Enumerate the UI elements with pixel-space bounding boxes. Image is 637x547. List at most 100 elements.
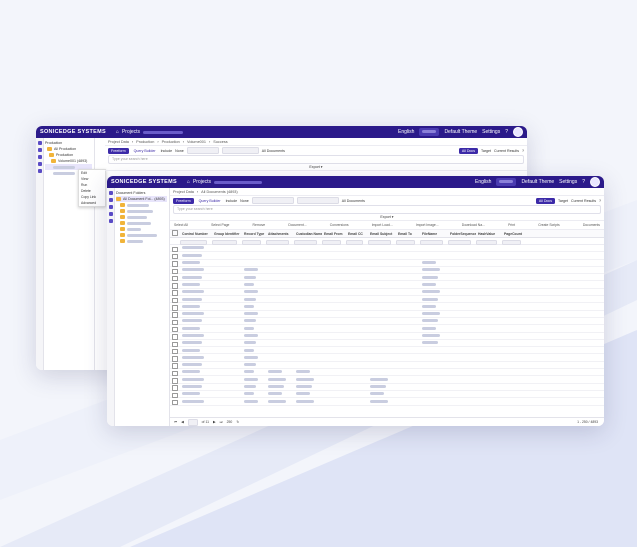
column-filter-input[interactable] bbox=[420, 239, 443, 245]
select-all-button[interactable]: Select All bbox=[174, 223, 188, 227]
tab-project-data[interactable]: Project Data bbox=[108, 140, 129, 144]
select-all-checkbox[interactable] bbox=[172, 230, 178, 236]
create-scripts-button[interactable]: Create Scripts bbox=[538, 223, 559, 227]
all-docs-button[interactable]: All Docs bbox=[458, 147, 479, 154]
row-checkbox[interactable] bbox=[172, 399, 178, 406]
table-row[interactable] bbox=[170, 252, 604, 260]
table-row[interactable] bbox=[170, 325, 604, 333]
include-select[interactable]: Include bbox=[226, 199, 238, 203]
record-count: 1 - 250 / 4893 bbox=[577, 420, 598, 424]
freeform-button[interactable]: Freeform bbox=[173, 197, 194, 204]
table-row[interactable] bbox=[170, 303, 604, 311]
document-button[interactable]: Document... bbox=[288, 223, 306, 227]
column-filter-input[interactable] bbox=[346, 239, 363, 245]
filter-row bbox=[170, 238, 604, 245]
table-row[interactable] bbox=[170, 260, 604, 267]
field-input[interactable] bbox=[296, 197, 339, 204]
query-builder-button[interactable]: Query Builder bbox=[197, 198, 223, 204]
export-bar[interactable]: Export ▾ bbox=[170, 214, 604, 221]
target-button[interactable]: Target bbox=[481, 149, 491, 153]
download-button[interactable]: Download Na... bbox=[462, 223, 485, 227]
include-select[interactable]: Include bbox=[161, 149, 173, 153]
table-row[interactable] bbox=[170, 333, 604, 340]
column-filter-input[interactable] bbox=[448, 239, 471, 245]
table-row[interactable] bbox=[170, 340, 604, 348]
import-load-button[interactable]: Import Load... bbox=[372, 223, 393, 227]
field-input[interactable] bbox=[251, 197, 294, 204]
help-icon[interactable]: ? bbox=[505, 129, 508, 135]
print-button[interactable]: Print bbox=[508, 223, 515, 227]
page-size-select[interactable]: 250 bbox=[227, 420, 233, 424]
table-row[interactable] bbox=[170, 281, 604, 289]
home-icon[interactable]: ⌂ bbox=[187, 179, 190, 185]
menu-item-advanced[interactable]: Advanced bbox=[79, 200, 105, 206]
column-filter-input[interactable] bbox=[368, 239, 391, 245]
target-button[interactable]: Target bbox=[558, 199, 568, 203]
refresh-icon[interactable]: ↻ bbox=[236, 420, 239, 424]
table-row[interactable] bbox=[170, 398, 604, 406]
last-page-icon[interactable]: ⏭ bbox=[220, 420, 223, 424]
help-icon[interactable]: ? bbox=[599, 199, 601, 203]
column-filter-input[interactable] bbox=[476, 239, 497, 245]
column-filter-input[interactable] bbox=[242, 239, 261, 245]
freeform-button[interactable]: Freeform bbox=[108, 147, 129, 154]
theme-select[interactable]: Default Theme bbox=[444, 129, 477, 135]
table-row[interactable] bbox=[170, 362, 604, 370]
settings-button[interactable]: Settings bbox=[559, 179, 577, 185]
all-docs-button[interactable]: All Docs bbox=[535, 197, 556, 204]
settings-button[interactable]: Settings bbox=[482, 129, 500, 135]
current-results-button[interactable]: Current Results bbox=[571, 199, 596, 203]
main-panel: Project Data › All Documents (4893) Freef… bbox=[170, 188, 604, 426]
prev-page-icon[interactable]: ◀ bbox=[181, 420, 184, 424]
remove-button[interactable]: Remove bbox=[253, 223, 266, 227]
tree-item[interactable] bbox=[116, 238, 167, 244]
table-row[interactable] bbox=[170, 289, 604, 297]
search-input[interactable]: Type your search here bbox=[173, 205, 601, 214]
help-icon[interactable]: ? bbox=[582, 179, 585, 185]
tab[interactable]: Production bbox=[162, 140, 180, 144]
search-input[interactable]: Type your search here bbox=[108, 155, 524, 164]
table-row[interactable] bbox=[170, 347, 604, 355]
language-select[interactable]: English bbox=[398, 129, 414, 135]
conversions-button[interactable]: Conversions bbox=[330, 223, 349, 227]
theme-select[interactable]: Default Theme bbox=[521, 179, 554, 185]
first-page-icon[interactable]: ⏮ bbox=[174, 420, 177, 424]
table-row[interactable] bbox=[170, 296, 604, 304]
select-page-button[interactable]: Select Page bbox=[211, 223, 229, 227]
tab-all-documents[interactable]: All Documents (4893) bbox=[201, 190, 238, 194]
page-input[interactable] bbox=[187, 418, 198, 426]
documents-button[interactable]: Documents bbox=[583, 223, 600, 227]
help-icon[interactable]: ? bbox=[522, 149, 524, 153]
avatar[interactable] bbox=[590, 177, 600, 187]
column-filter-input[interactable] bbox=[396, 239, 415, 245]
avatar[interactable] bbox=[513, 127, 523, 137]
table-row[interactable] bbox=[170, 274, 604, 282]
column-filter-input[interactable] bbox=[502, 239, 521, 245]
next-page-icon[interactable]: ▶ bbox=[213, 420, 216, 424]
projects-link[interactable]: Projects bbox=[193, 179, 211, 185]
query-builder-button[interactable]: Query Builder bbox=[132, 148, 158, 154]
folder-icon bbox=[49, 153, 54, 157]
current-results-button[interactable]: Current Results bbox=[494, 149, 519, 153]
tab[interactable]: Volume001 bbox=[187, 140, 206, 144]
column-filter-input[interactable] bbox=[294, 239, 317, 245]
home-icon[interactable]: ⌂ bbox=[116, 129, 119, 135]
none-select[interactable]: None bbox=[240, 199, 249, 203]
tab[interactable]: Production bbox=[136, 140, 154, 144]
tab[interactable]: Success bbox=[213, 140, 227, 144]
projects-link[interactable]: Projects bbox=[122, 129, 140, 135]
field-input[interactable] bbox=[221, 147, 259, 154]
table-row[interactable] bbox=[170, 354, 604, 362]
column-filter-input[interactable] bbox=[212, 239, 237, 245]
table-row[interactable] bbox=[170, 318, 604, 326]
column-filter-input[interactable] bbox=[266, 239, 289, 245]
language-select[interactable]: English bbox=[475, 179, 491, 185]
import-image-button[interactable]: Import Image... bbox=[416, 223, 439, 227]
column-filter-input[interactable] bbox=[322, 239, 341, 245]
export-bar[interactable]: Export ▾ bbox=[105, 164, 527, 171]
table-row[interactable] bbox=[170, 311, 604, 318]
table-row[interactable] bbox=[170, 267, 604, 275]
field-input[interactable] bbox=[186, 147, 219, 154]
none-select[interactable]: None bbox=[175, 149, 184, 153]
tab-project-data[interactable]: Project Data bbox=[173, 190, 194, 194]
